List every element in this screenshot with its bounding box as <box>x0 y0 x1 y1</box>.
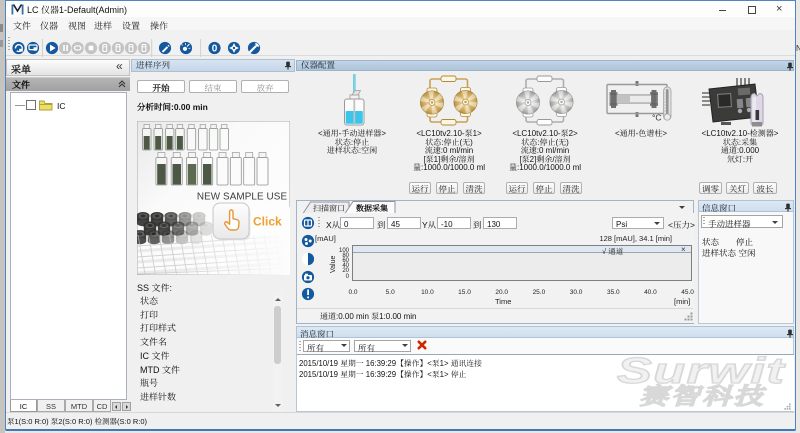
svg-text:Click: Click <box>253 215 282 229</box>
svg-text:0: 0 <box>212 44 218 55</box>
svg-text:NEW SAMPLE USE: NEW SAMPLE USE <box>197 191 288 202</box>
svg-text:°C: °C <box>652 113 662 123</box>
